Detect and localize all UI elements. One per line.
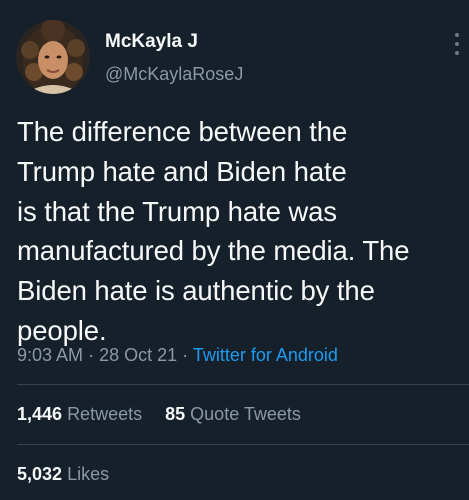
- author-handle[interactable]: @McKaylaRoseJ: [105, 64, 243, 85]
- quote-tweets-stat[interactable]: 85 Quote Tweets: [165, 404, 301, 425]
- likes-label: Likes: [67, 464, 110, 484]
- tweet-time[interactable]: 9:03 AM: [17, 345, 83, 365]
- divider: [17, 384, 469, 385]
- more-dot: [455, 33, 459, 37]
- tweet-card: McKayla J @McKaylaRoseJ The difference b…: [0, 0, 469, 500]
- tweet-date[interactable]: 28 Oct 21: [99, 345, 177, 365]
- meta-separator: ·: [88, 345, 95, 365]
- more-vertical-icon[interactable]: [454, 33, 460, 55]
- more-dot: [455, 42, 459, 46]
- retweets-count: 1,446: [17, 404, 63, 424]
- avatar[interactable]: [16, 20, 90, 94]
- author-display-name[interactable]: McKayla J: [105, 31, 198, 53]
- tweet-text: The difference between the Trump hate an…: [17, 116, 410, 346]
- retweets-label: Retweets: [67, 404, 143, 424]
- quote-tweets-label: Quote Tweets: [190, 404, 301, 424]
- tweet-source-link[interactable]: Twitter for Android: [193, 345, 338, 365]
- engagement-stats-row: 1,446 Retweets 85 Quote Tweets: [17, 404, 301, 425]
- likes-stat[interactable]: 5,032 Likes: [17, 464, 109, 485]
- meta-separator: ·: [182, 345, 189, 365]
- likes-count: 5,032: [17, 464, 63, 484]
- tweet-meta: 9:03 AM · 28 Oct 21 · Twitter for Androi…: [17, 345, 338, 366]
- retweets-stat[interactable]: 1,446 Retweets: [17, 404, 142, 425]
- divider: [17, 444, 469, 445]
- avatar-image: [16, 20, 90, 94]
- quote-tweets-count: 85: [165, 404, 186, 424]
- likes-stats-row: 5,032 Likes: [17, 464, 109, 485]
- more-dot: [455, 51, 459, 55]
